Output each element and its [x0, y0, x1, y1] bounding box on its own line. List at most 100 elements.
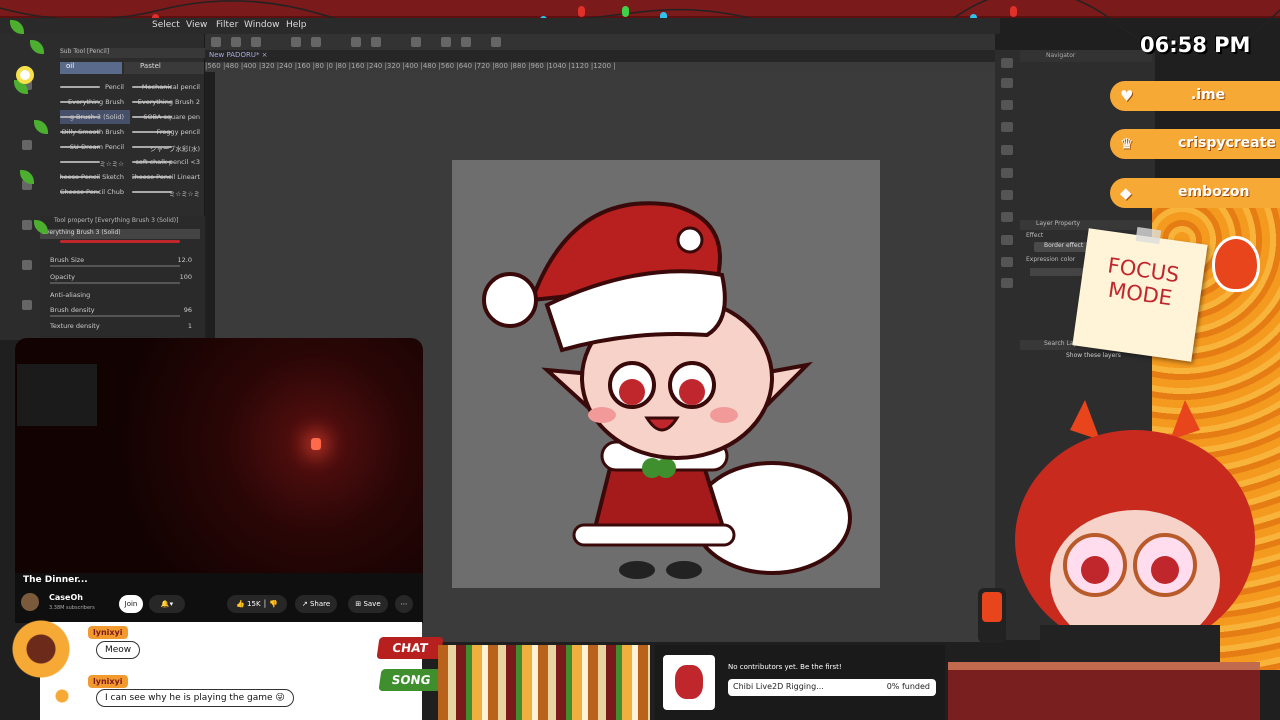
contribution-widget: No contributors yet. Be the first! Chibi… — [655, 645, 945, 720]
like-dislike-group[interactable]: 👍 15K │ 👎 — [227, 595, 287, 613]
share-icon: ↗ — [301, 600, 310, 608]
social-crown: ♛ crispycreate — [1110, 129, 1280, 159]
snap-icon[interactable] — [441, 37, 451, 47]
subtool-panel-title: Sub Tool [Pencil] — [60, 48, 205, 58]
snap-ruler-icon[interactable] — [461, 37, 471, 47]
save-button[interactable]: ⊞ Save — [348, 595, 388, 613]
menu-help[interactable]: Help — [286, 20, 307, 30]
dislike-icon[interactable]: │ 👎 — [261, 600, 278, 608]
notification-bell-icon[interactable]: 🔔▾ — [149, 595, 185, 613]
leaf — [34, 120, 48, 134]
redo-icon[interactable] — [311, 37, 321, 47]
save-icon[interactable] — [251, 37, 261, 47]
channel-name[interactable]: CaseOh — [49, 593, 83, 602]
transform-icon[interactable] — [351, 37, 361, 47]
brush-item[interactable]: ミ☆ミ☆ミ — [132, 185, 202, 199]
drawing-canvas[interactable] — [452, 160, 880, 588]
brush-item[interactable]: Everything Brush 2 — [132, 95, 202, 109]
leaf — [34, 220, 48, 234]
video-player[interactable] — [15, 338, 423, 573]
chat-button[interactable]: CHAT — [376, 637, 444, 659]
prop-slider[interactable] — [50, 265, 180, 267]
brush-label: Mechanical pencil — [141, 83, 200, 91]
chat-username: lynixyi — [88, 675, 128, 688]
brush-label: シャープ水彩(水) — [149, 145, 200, 153]
clear-icon[interactable] — [371, 37, 381, 47]
new-file-icon[interactable] — [211, 37, 221, 47]
app-toolbar — [205, 34, 995, 50]
brush-item[interactable]: Froggy pencil — [132, 125, 202, 139]
social-label: .ime — [1190, 87, 1226, 103]
video-info-bar: The Dinner... CaseOh 3.38M subscribers J… — [15, 573, 423, 623]
prop-brush-density[interactable]: Brush density 96 — [50, 306, 200, 317]
share-label: Share — [309, 600, 331, 608]
brush-label: ミ☆ミ☆ — [99, 160, 124, 168]
info-icon[interactable] — [1001, 235, 1013, 245]
leaf — [20, 170, 34, 184]
light-bulb — [578, 6, 585, 17]
funding-progress-bar: Chibi Live2D Rigging... 0% funded — [728, 679, 936, 696]
brush-label: Everything Brush 2 — [137, 98, 200, 106]
vtuber-avatar-drawing — [1015, 400, 1255, 662]
search-icon[interactable] — [1001, 212, 1013, 222]
menu-select[interactable]: Select — [152, 20, 180, 30]
prop-value: 100 — [179, 273, 192, 281]
brush-item[interactable]: soft chalk pencil <3 — [132, 155, 202, 169]
history-icon[interactable] — [1001, 168, 1013, 178]
social-label: crispycreate — [1178, 135, 1276, 151]
menu-window[interactable]: Window — [244, 20, 280, 30]
prop-texture-density[interactable]: Texture density 1 — [50, 322, 200, 332]
brush-item[interactable]: Mechanical pencil — [132, 80, 202, 94]
app-menubar: Select View Filter Window Help — [0, 18, 1000, 34]
layer-icon[interactable] — [1001, 78, 1013, 88]
more-options-icon[interactable]: ⋯ — [395, 595, 413, 613]
brush-label: SOBA square pen — [143, 113, 200, 121]
brush-label: ミ☆ミ☆ミ — [168, 190, 200, 198]
song-button[interactable]: SONG — [378, 669, 444, 691]
layers-list-icon[interactable] — [1001, 278, 1013, 288]
video-title[interactable]: The Dinner... — [23, 575, 88, 585]
close-panel-icon[interactable] — [1001, 122, 1013, 132]
prop-label: Brush density — [50, 306, 95, 314]
brush-item[interactable]: シャープ水彩(水) — [132, 140, 202, 154]
color-icon[interactable] — [1001, 100, 1013, 110]
property-icon[interactable] — [1001, 190, 1013, 200]
material-icon[interactable] — [1001, 145, 1013, 155]
prop-anti-aliasing[interactable]: Anti-aliasing — [50, 291, 200, 301]
prop-slider[interactable] — [50, 282, 180, 284]
like-count: 15K — [247, 600, 261, 608]
hand-tool-icon[interactable] — [22, 300, 32, 310]
clock: 06:58 PM — [1140, 33, 1251, 57]
canvas-settings-icon[interactable] — [491, 37, 501, 47]
brush-item[interactable]: Cheese Pencil Lineart — [132, 170, 202, 184]
join-button[interactable]: Join — [119, 595, 143, 613]
tab-pastel[interactable]: Pastel — [124, 62, 204, 74]
like-icon[interactable]: 👍 — [236, 600, 247, 608]
undo-icon[interactable] — [291, 37, 301, 47]
social-heart: ♥ .ime — [1110, 81, 1280, 111]
prop-opacity[interactable]: Opacity 100 — [50, 273, 200, 284]
chibi-santa-drawing — [482, 201, 852, 579]
vtuber-avatar — [1000, 400, 1260, 662]
leaf — [10, 20, 24, 34]
brush-label: soft chalk pencil <3 — [135, 158, 200, 166]
share-button[interactable]: ↗ Share — [295, 595, 337, 613]
open-file-icon[interactable] — [231, 37, 241, 47]
flower-icon — [16, 66, 34, 84]
subscriber-count: 3.38M subscribers — [49, 605, 95, 611]
chat-box: lynixyi Meow lynixyi I can see why he is… — [40, 622, 422, 720]
brush-item[interactable]: SOBA square pen — [132, 110, 202, 124]
webcam-feed — [17, 364, 97, 426]
menu-view[interactable]: View — [186, 20, 207, 30]
prop-slider[interactable] — [50, 315, 180, 317]
desk — [948, 662, 1260, 720]
document-tab[interactable]: New PADORU* × — [209, 51, 268, 59]
text-tool-icon[interactable] — [22, 260, 32, 270]
channel-avatar[interactable] — [21, 593, 39, 611]
navigator-icon[interactable] — [1001, 58, 1013, 68]
leaf — [30, 40, 44, 54]
settings-icon[interactable] — [1001, 257, 1013, 267]
menu-filter[interactable]: Filter — [216, 20, 238, 30]
layer-property-title: Layer Property — [1020, 220, 1152, 230]
selection-icon[interactable] — [411, 37, 421, 47]
